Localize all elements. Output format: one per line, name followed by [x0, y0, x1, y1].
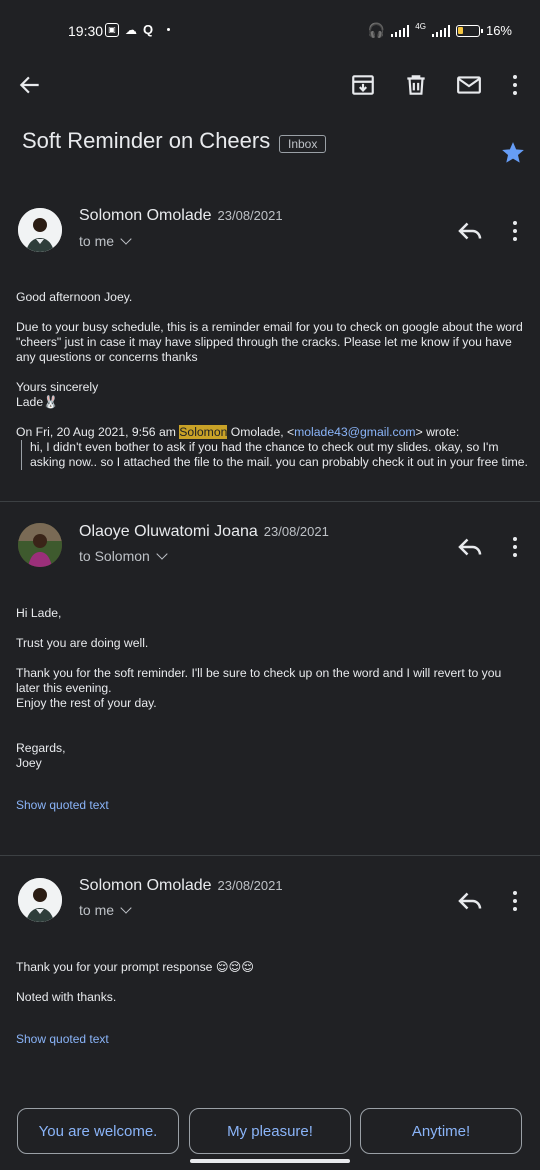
smart-reply-pleasure[interactable]: My pleasure!: [189, 1108, 351, 1154]
chevron-down-icon: [120, 233, 132, 245]
avatar[interactable]: [18, 878, 62, 922]
arrow-back-icon: [19, 76, 39, 94]
more-vert-icon: [513, 75, 517, 79]
battery-icon: [455, 24, 483, 37]
body-paragraph: Noted with thanks.: [16, 990, 117, 1004]
body-paragraph: Thank you for your prompt response 😌😌😌: [16, 960, 254, 974]
recipient-text: to me: [79, 902, 115, 918]
show-quoted-text-link[interactable]: Show quoted text: [16, 1032, 109, 1046]
back-button[interactable]: [13, 68, 47, 102]
message-more-button[interactable]: [503, 886, 527, 916]
quote-intro: On Fri, 20 Aug 2021, 9:56 am Solomon Omo…: [16, 425, 460, 439]
reply-button[interactable]: [455, 532, 485, 562]
more-vert-icon: [513, 221, 517, 225]
sender-name: Olaoye Oluwatomi Joana 23/08/2021: [79, 523, 329, 541]
mail-icon: [457, 76, 481, 94]
message-divider: [0, 501, 540, 502]
chevron-down-icon: [156, 548, 168, 560]
sender-name-text: Solomon Omolade: [79, 877, 212, 894]
smart-reply-welcome[interactable]: You are welcome.: [17, 1108, 179, 1154]
status-bar: 19:30 ▣ ☁ Q 🎧 4G 16%: [0, 0, 540, 60]
archive-button[interactable]: [346, 68, 380, 102]
show-quoted-text-link[interactable]: Show quoted text: [16, 798, 109, 812]
headphones-icon: 🎧: [367, 22, 386, 38]
delete-button[interactable]: [399, 68, 433, 102]
message-body: Hi Lade, Trust you are doing well. Thank…: [16, 606, 528, 771]
recipient-toggle[interactable]: to me: [79, 233, 132, 249]
smart-reply-anytime[interactable]: Anytime!: [360, 1108, 522, 1154]
signal-icon-2: [431, 24, 450, 37]
search-app-icon: Q: [143, 22, 154, 37]
toolbar-more-button[interactable]: [503, 70, 527, 100]
search-highlight: Solomon: [179, 425, 228, 439]
cloud-icon: ☁: [125, 22, 137, 37]
avatar-image: [18, 523, 62, 567]
more-vert-icon: [513, 537, 517, 541]
recipient-text: to me: [79, 233, 115, 249]
message-body: Good afternoon Joey. Due to your busy sc…: [16, 290, 528, 470]
recipient-toggle[interactable]: to Solomon: [79, 548, 168, 564]
status-system-icons: 🎧 4G 16%: [368, 22, 512, 39]
message-date: 23/08/2021: [217, 208, 283, 223]
body-paragraph: Thank you for the soft reminder. I'll be…: [16, 666, 502, 695]
body-paragraph: Due to your busy schedule, this is a rem…: [16, 320, 523, 364]
email-link[interactable]: molade43@gmail.com: [294, 425, 415, 439]
recipient-text: to Solomon: [79, 548, 150, 564]
reply-button[interactable]: [455, 216, 485, 246]
reply-icon: [458, 538, 482, 556]
body-greeting: Good afternoon Joey.: [16, 290, 133, 304]
message-body: Thank you for your prompt response 😌😌😌 N…: [16, 960, 528, 1020]
body-paragraph: Enjoy the rest of your day.: [16, 696, 157, 710]
signal-icon: [391, 24, 410, 37]
sender-name: Solomon Omolade 23/08/2021: [79, 877, 283, 895]
notification-app-icon: ▣: [105, 22, 119, 37]
signature-line: Regards,: [16, 741, 66, 755]
avatar[interactable]: [18, 208, 62, 252]
star-icon[interactable]: [500, 140, 526, 166]
email-subject: Soft Reminder on Cheers: [22, 128, 271, 153]
message-divider: [0, 855, 540, 856]
status-time: 19:30: [68, 23, 104, 39]
body-greeting: Hi Lade,: [16, 606, 62, 620]
message-date: 23/08/2021: [263, 524, 329, 539]
status-notification-icons: ▣ ☁ Q: [105, 22, 171, 37]
message-date: 23/08/2021: [217, 878, 283, 893]
quoted-text: hi, I didn't even bother to ask if you h…: [21, 440, 528, 470]
avatar-image: [18, 878, 62, 922]
reply-icon: [458, 892, 482, 910]
network-type: 4G: [415, 22, 426, 31]
message-more-button[interactable]: [503, 532, 527, 562]
battery-level: 16%: [485, 23, 512, 38]
sender-name-text: Olaoye Oluwatomi Joana: [79, 523, 258, 540]
signature-line: Yours sincerely: [16, 380, 99, 394]
signature-name: Lade🐰: [16, 395, 59, 409]
archive-icon: [352, 75, 374, 95]
recipient-toggle[interactable]: to me: [79, 902, 132, 918]
avatar[interactable]: [18, 523, 62, 567]
more-notifications-icon: [167, 28, 171, 31]
reply-icon: [458, 222, 482, 240]
sender-name: Solomon Omolade 23/08/2021: [79, 207, 283, 225]
mark-unread-button[interactable]: [452, 68, 486, 102]
gesture-bar[interactable]: [190, 1159, 350, 1163]
signature-name: Joey: [16, 756, 42, 770]
inbox-label-chip[interactable]: Inbox: [279, 135, 327, 153]
delete-icon: [407, 75, 425, 95]
email-toolbar: [0, 62, 540, 108]
chevron-down-icon: [120, 902, 132, 914]
sender-name-text: Solomon Omolade: [79, 207, 212, 224]
more-vert-icon: [513, 891, 517, 895]
body-paragraph: Trust you are doing well.: [16, 636, 149, 650]
message-more-button[interactable]: [503, 216, 527, 246]
reply-button[interactable]: [455, 886, 485, 916]
avatar-image: [18, 208, 62, 252]
